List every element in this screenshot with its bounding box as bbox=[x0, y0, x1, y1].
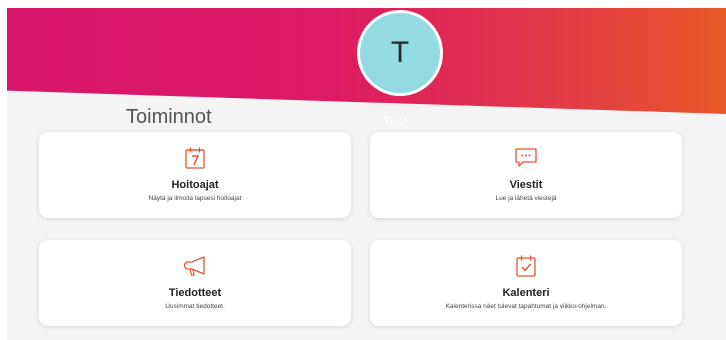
avatar-initial: T bbox=[390, 36, 410, 69]
card-title: Tiedotteet bbox=[168, 287, 222, 299]
card-tiedotteet[interactable]: Tiedotteet Uusimmat tiedotteet. bbox=[39, 240, 351, 326]
top-gap bbox=[7, 0, 726, 8]
card-description: Uusimmat tiedotteet. bbox=[165, 303, 225, 310]
user-name: Test bbox=[383, 114, 407, 129]
card-description: Lue ja lähetä viestejä bbox=[495, 195, 557, 202]
card-kalenteri[interactable]: Kalenteri Kalenterissa näet tulevat tapa… bbox=[370, 240, 682, 326]
card-title: Hoitoajat bbox=[171, 179, 219, 191]
message-bubble-icon bbox=[370, 146, 682, 170]
avatar[interactable]: T bbox=[357, 10, 443, 96]
card-hoitoajat[interactable]: Hoitoajat Näytä ja ilmoita lapsesi hoito… bbox=[39, 132, 351, 218]
section-title: Toiminnot bbox=[126, 106, 212, 128]
left-edge bbox=[0, 0, 7, 340]
calendar-7-icon bbox=[39, 146, 351, 170]
card-description: Kalenterissa näet tulevat tapahtumat ja … bbox=[445, 303, 607, 310]
card-viestit[interactable]: Viestit Lue ja lähetä viestejä bbox=[370, 132, 682, 218]
card-title: Viestit bbox=[509, 179, 543, 191]
megaphone-icon bbox=[39, 254, 351, 278]
card-description: Näytä ja ilmoita lapsesi hoitoajat bbox=[148, 195, 242, 202]
calendar-check-icon bbox=[370, 254, 682, 278]
card-title: Kalenteri bbox=[502, 287, 550, 299]
